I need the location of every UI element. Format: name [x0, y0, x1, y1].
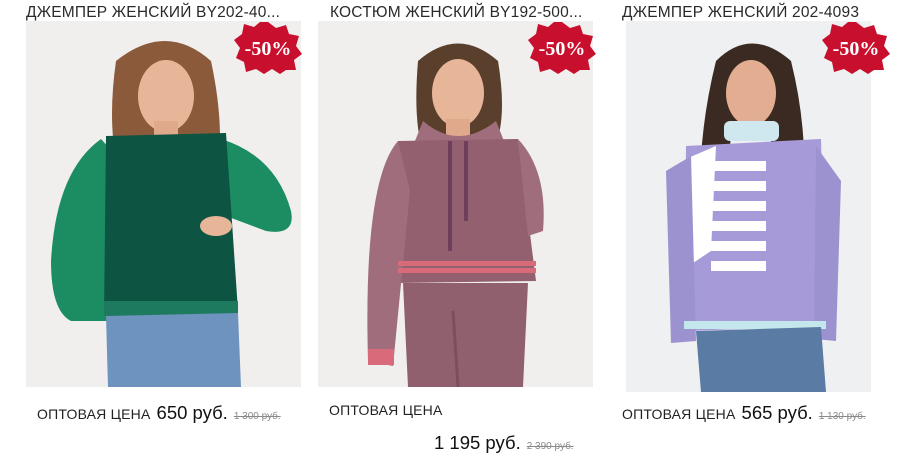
discount-badge: -50% [822, 22, 890, 74]
product-image[interactable] [26, 21, 301, 387]
price-label: ОПТОВАЯ ЦЕНА [37, 406, 151, 422]
price-label: ОПТОВАЯ ЦЕНА [622, 406, 736, 422]
model-photo-3 [626, 21, 871, 392]
old-price: 1 130 руб. [818, 411, 866, 422]
current-price: 650 руб. [156, 402, 228, 423]
badge-text: -50% [245, 38, 292, 60]
product-title[interactable]: ДЖЕМПЕР ЖЕНСКИЙ 202-4093 [622, 4, 859, 22]
old-price: 1 300 руб. [233, 411, 281, 422]
current-price: 1 195 руб. [434, 432, 521, 453]
price-row: ОПТОВАЯ ЦЕНА 650 руб. 1 300 руб. [37, 402, 281, 424]
product-title[interactable]: КОСТЮМ ЖЕНСКИЙ BY192-500... [330, 4, 582, 22]
badge-text: -50% [539, 38, 586, 60]
product-title[interactable]: ДЖЕМПЕР ЖЕНСКИЙ BY202-40... [26, 4, 280, 22]
badge-text: -50% [833, 38, 880, 60]
price-label-row: ОПТОВАЯ ЦЕНА [329, 402, 443, 418]
discount-badge: -50% [528, 22, 596, 74]
price-row: ОПТОВАЯ ЦЕНА 565 руб. 1 130 руб. [622, 402, 866, 424]
price-label: ОПТОВАЯ ЦЕНА [329, 402, 443, 418]
product-image[interactable] [318, 21, 593, 387]
price-row: 1 195 руб. 2 390 руб. [428, 432, 574, 454]
model-photo-2 [318, 21, 593, 387]
model-photo-1 [26, 21, 301, 387]
current-price: 565 руб. [741, 402, 813, 423]
discount-badge: -50% [234, 22, 302, 74]
old-price: 2 390 руб. [526, 441, 574, 452]
product-image[interactable] [626, 21, 871, 392]
